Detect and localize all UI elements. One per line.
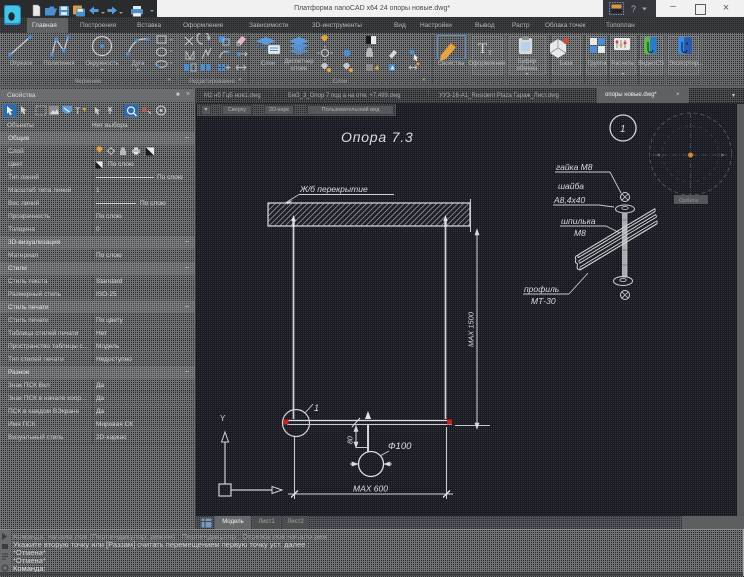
svg-text:Редактирование: Редактирование: [189, 79, 235, 85]
svg-text:Слои: Слои: [333, 79, 348, 85]
svg-text:Y: Y: [220, 414, 226, 423]
svg-text:МАХ 1500: МАХ 1500: [467, 311, 476, 347]
svg-text:Отрезок: Отрезок: [10, 61, 33, 67]
svg-text:обмена: обмена: [517, 66, 538, 72]
svg-text:Опора 7.3: Опора 7.3: [341, 129, 414, 145]
svg-text:80: 80: [348, 436, 355, 444]
svg-text:Т: Т: [75, 106, 81, 116]
svg-text:профиль: профиль: [524, 284, 559, 294]
svg-text:МАХ 600: МАХ 600: [353, 484, 388, 494]
svg-text:Дуга: Дуга: [132, 61, 145, 67]
svg-text:слоев: слоев: [291, 66, 307, 72]
svg-text:Окружность: Окружность: [85, 61, 118, 67]
svg-text:МТ-30: МТ-30: [531, 296, 556, 306]
svg-text:Нет выбора: Нет выбора: [92, 121, 128, 129]
svg-text:Свойства: Свойства: [438, 60, 465, 67]
svg-text:Диспетчер: Диспетчер: [284, 59, 314, 65]
svg-text:шпилька: шпилька: [561, 216, 596, 226]
svg-text:ВидеоCS: ВидеоCS: [638, 61, 664, 67]
svg-text:T: T: [478, 41, 487, 57]
svg-text:т: т: [488, 47, 492, 57]
svg-text:Ж/б перекрытие: Ж/б перекрытие: [299, 184, 368, 194]
svg-text:Объекты: Объекты: [7, 121, 34, 129]
svg-text:1: 1: [314, 403, 319, 413]
svg-text:Орбита: Орбита: [679, 198, 699, 204]
svg-text:Полилиния: Полилиния: [43, 61, 74, 67]
svg-text:Слои: Слои: [261, 61, 276, 67]
svg-text:Экспортир...: Экспортир...: [669, 61, 704, 67]
svg-text:М8: М8: [574, 228, 586, 238]
svg-text:А8,4х40: А8,4х40: [553, 195, 585, 205]
svg-text:гайка М8: гайка М8: [556, 162, 593, 172]
svg-text:1: 1: [620, 124, 626, 135]
svg-text:Оформление: Оформление: [468, 61, 506, 67]
svg-text:Группа: Группа: [587, 61, 607, 67]
svg-text:База: База: [559, 61, 573, 67]
svg-text:шайба: шайба: [558, 181, 584, 191]
svg-text:Расчеты: Расчеты: [611, 61, 634, 67]
svg-text:Черчение: Черчение: [74, 79, 102, 85]
svg-text:?: ?: [631, 4, 636, 14]
svg-text:Буфер: Буфер: [518, 59, 537, 65]
svg-text:Ф100: Ф100: [388, 441, 412, 452]
